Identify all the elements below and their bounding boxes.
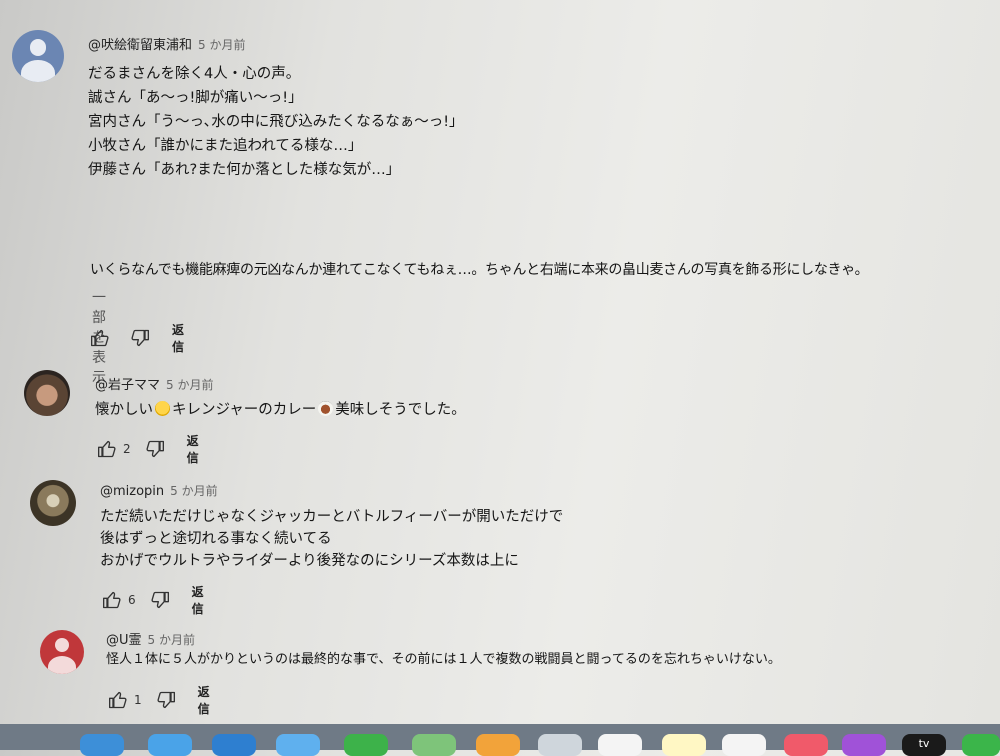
avatar[interactable] [12, 30, 64, 82]
timestamp[interactable]: 5 か月前 [198, 38, 245, 52]
thumbs-down-icon [151, 591, 169, 609]
timestamp[interactable]: 5 か月前 [148, 633, 195, 647]
comment-actions: 1 返信 [108, 683, 210, 717]
author-name[interactable]: @吠絵衛留東浦和 [88, 38, 192, 53]
thumbs-up-icon [91, 329, 109, 347]
comment-header: @岩子ママ 5 か月前 [95, 374, 213, 393]
comment-line: いくらなんでも機能麻痺の元凶なんか連れてこなくてもねぇ…。ちゃんと右端に本来の畠… [90, 262, 869, 278]
like-button[interactable] [108, 690, 128, 710]
comment-line: 宮内さん「う〜っ､水の中に飛び込みたくなるなぁ〜っ!」 [88, 114, 464, 130]
comment-text: 怪人１体に５人がかりというのは最終的な事で、その前には１人で複数の戦闘員と闘って… [106, 652, 781, 667]
thumbs-up-icon [103, 591, 121, 609]
comment-text: 懐かしい キレンジャーのカレー 美味しそうでした。 [95, 398, 466, 422]
numbers-icon[interactable] [962, 734, 1000, 756]
thumbs-down-icon [146, 440, 164, 458]
timestamp[interactable]: 5 か月前 [170, 484, 217, 498]
comment-line: 小牧さん「誰かにまた追われてる様な…」 [88, 138, 363, 154]
messages-icon[interactable] [344, 734, 388, 756]
thumbs-up-icon [109, 691, 127, 709]
thumbs-up-icon [98, 440, 116, 458]
like-button[interactable] [90, 328, 110, 348]
comment-actions: 6 返信 [102, 583, 204, 617]
reminders-icon[interactable] [722, 734, 766, 756]
reply-button[interactable]: 返信 [192, 583, 204, 617]
comment-line: 伊藤さん「あれ?また何か落とした様な気が…」 [88, 162, 401, 178]
curry-emoji-icon [318, 401, 334, 416]
reply-button[interactable]: 返信 [172, 321, 184, 355]
notes-icon[interactable] [662, 734, 706, 756]
timestamp[interactable]: 5 か月前 [166, 378, 213, 392]
apple-tv-icon[interactable]: tv [902, 734, 946, 756]
comment-line: ただ続いただけじゃなくジャッカーとバトルフィーバーが開いただけで [100, 509, 564, 525]
comment-actions: 返信 [90, 321, 184, 355]
like-count: 2 [123, 442, 131, 456]
app-store-icon[interactable] [148, 734, 192, 756]
like-button[interactable] [102, 590, 122, 610]
avatar[interactable] [40, 630, 84, 674]
dislike-button[interactable] [156, 690, 176, 710]
like-button[interactable] [97, 439, 117, 459]
photos-icon[interactable] [476, 734, 520, 756]
thumbs-down-icon [157, 691, 175, 709]
reply-button[interactable]: 返信 [198, 683, 210, 717]
like-count: 1 [134, 693, 142, 707]
safari-icon[interactable] [212, 734, 256, 756]
author-name[interactable]: @岩子ママ [95, 378, 160, 393]
maps-icon[interactable] [412, 734, 456, 756]
dislike-button[interactable] [130, 328, 150, 348]
comment-text-part: 美味しそうでした。 [335, 402, 466, 418]
tv-label: tv [918, 737, 930, 750]
smile-emoji-icon [155, 401, 170, 416]
calendar-icon[interactable] [598, 734, 642, 756]
avatar[interactable] [30, 480, 76, 526]
mail-icon[interactable] [276, 734, 320, 756]
thumbs-down-icon [131, 329, 149, 347]
comment-text-part: キレンジャーのカレー [172, 402, 317, 418]
comment-line: おかげでウルトラやライダーより後発なのにシリーズ本数は上に [100, 553, 519, 569]
podcasts-icon[interactable] [842, 734, 886, 756]
comment-text-part: 懐かしい [95, 402, 153, 418]
reply-button[interactable]: 返信 [187, 432, 199, 466]
comment-line: だるまさんを除く4人・心の声。 [88, 66, 301, 82]
dislike-button[interactable] [145, 439, 165, 459]
comment-actions: 2 返信 [97, 432, 199, 466]
comment-line: 誠さん「あ〜っ!脚が痛い〜っ!」 [88, 90, 303, 106]
finder-icon[interactable] [80, 734, 124, 756]
avatar[interactable] [24, 370, 70, 416]
comment-header: @吠絵衛留東浦和 5 か月前 [88, 34, 245, 53]
author-name[interactable]: @mizopin [100, 484, 164, 499]
author-name[interactable]: @U霊 [106, 633, 142, 648]
comment-header: @mizopin 5 か月前 [100, 482, 218, 499]
dislike-button[interactable] [150, 590, 170, 610]
comment-line: 後はずっと途切れる事なく続いてる [100, 531, 332, 547]
music-icon[interactable] [784, 734, 828, 756]
compass-icon[interactable] [538, 734, 582, 756]
like-count: 6 [128, 593, 136, 607]
comment-header: @U霊 5 か月前 [106, 629, 195, 648]
